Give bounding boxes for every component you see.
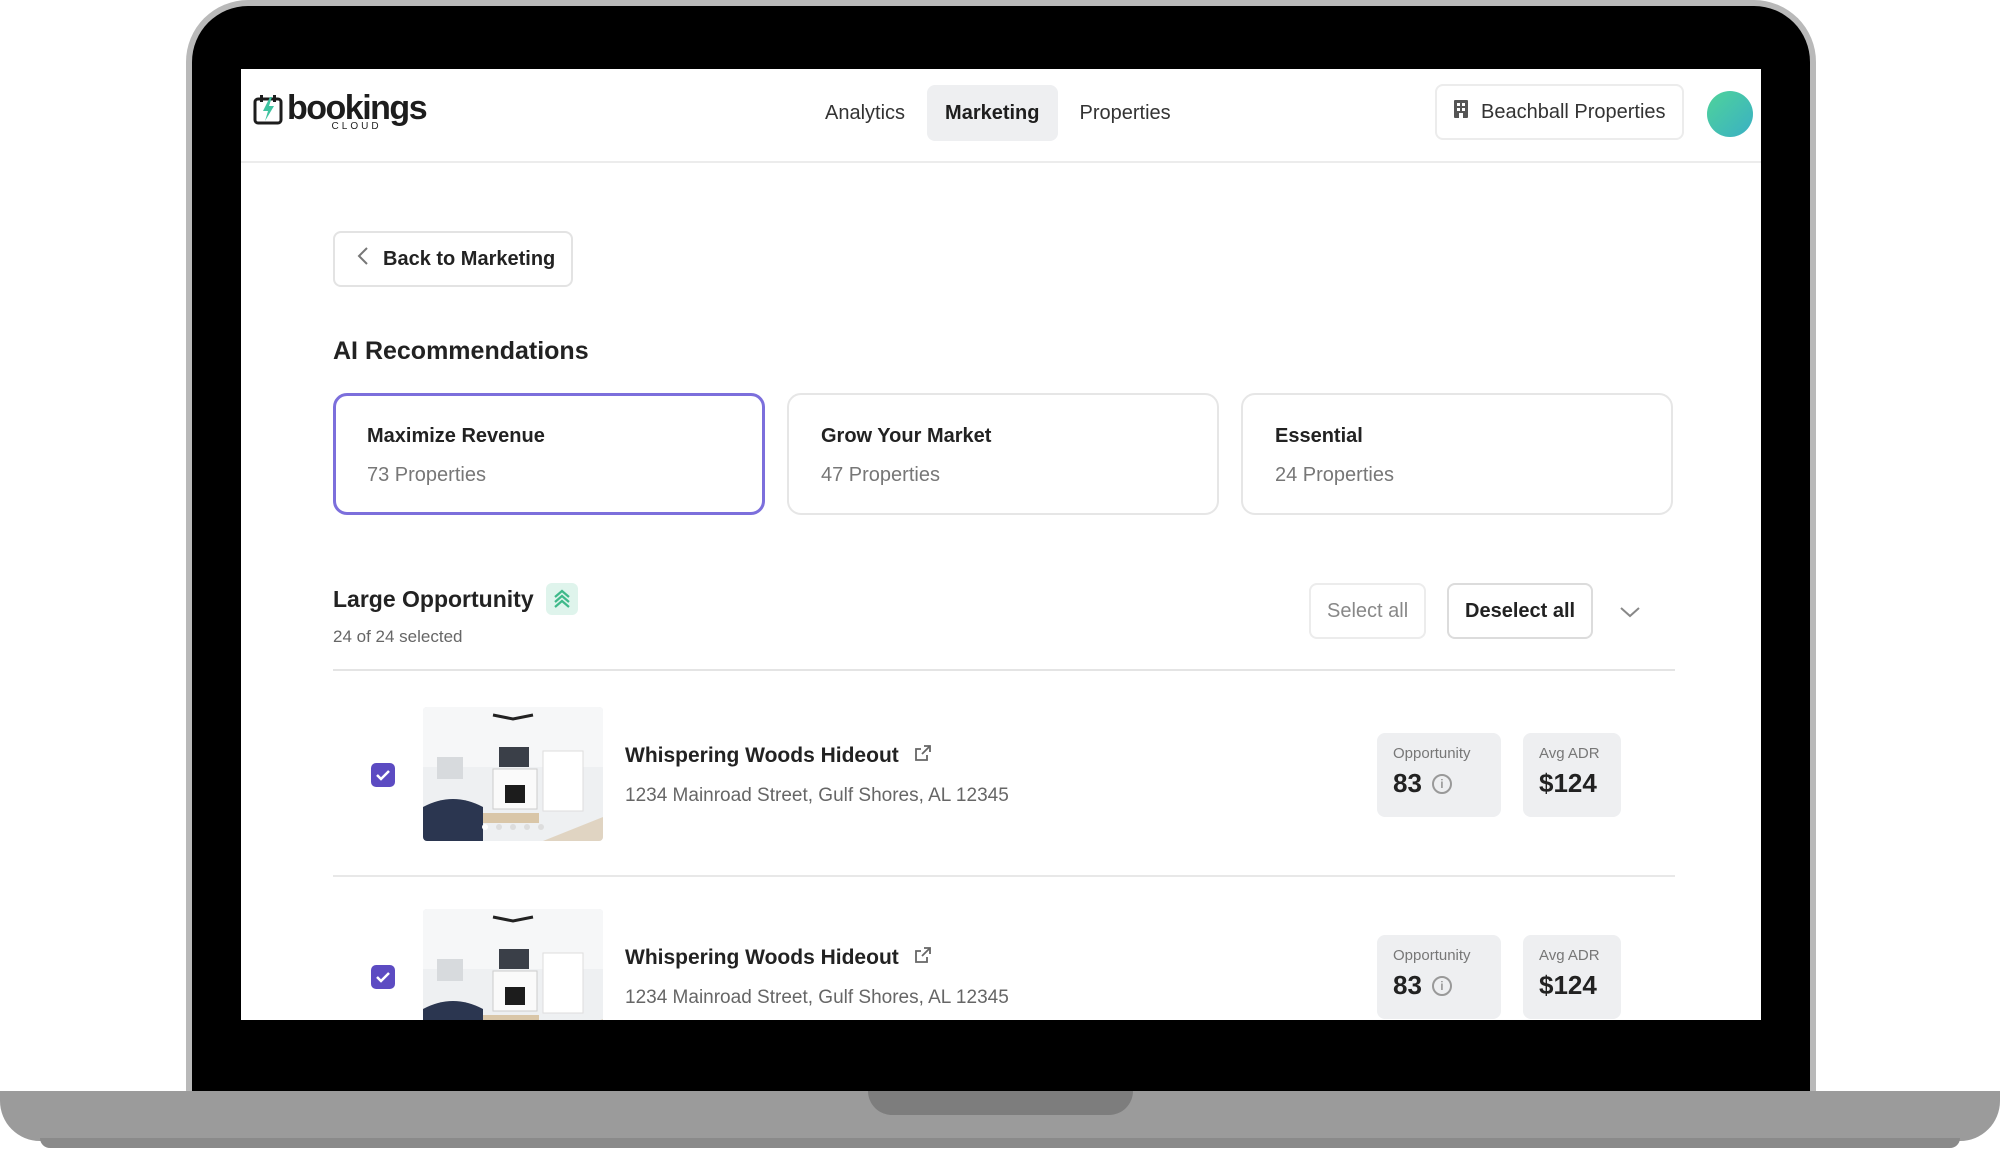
tab-marketing[interactable]: Marketing [927, 85, 1058, 141]
external-link-icon[interactable] [913, 743, 933, 769]
deselect-all-button[interactable]: Deselect all [1447, 583, 1594, 639]
opportunity-stat: Opportunity 83 i [1377, 935, 1501, 1019]
rec-card-count: 73 Properties [367, 464, 486, 486]
property-name[interactable]: Whispering Woods Hideout [625, 743, 933, 769]
rec-card-title: Grow Your Market [821, 425, 992, 447]
laptop-notch [868, 1091, 1133, 1115]
rec-card-count: 24 Properties [1275, 464, 1394, 486]
group-title-text: Large Opportunity [333, 585, 534, 612]
nav-tabs: Analytics Marketing Properties [807, 85, 1189, 141]
info-icon[interactable]: i [1431, 975, 1452, 996]
org-switcher-button[interactable]: Beachball Properties [1435, 84, 1684, 140]
chevron-left-icon [357, 246, 369, 272]
select-all-button[interactable]: Select all [1309, 583, 1427, 639]
property-checkbox[interactable] [371, 763, 395, 787]
rec-card-title: Maximize Revenue [367, 425, 545, 447]
rec-card-maximize-revenue[interactable]: Maximize Revenue 73 Properties [333, 393, 765, 515]
laptop-base-shadow [40, 1138, 1960, 1148]
rec-card-title: Essential [1275, 425, 1363, 447]
app-screen: bookings CLOUD Analytics Marketing Prope… [241, 69, 1761, 1020]
property-name[interactable]: Whispering Woods Hideout [625, 945, 933, 971]
building-icon [1453, 99, 1469, 125]
check-icon [376, 972, 390, 983]
back-to-marketing-button[interactable]: Back to Marketing [333, 231, 574, 287]
avg-adr-value: $124 [1539, 970, 1597, 1000]
property-row: Whispering Woods Hideout 1234 Mainroad S… [333, 673, 1675, 877]
logo[interactable]: bookings CLOUD [253, 89, 428, 141]
tab-properties[interactable]: Properties [1062, 85, 1189, 141]
page-title: AI Recommendations [333, 337, 589, 365]
property-name-text: Whispering Woods Hideout [625, 744, 899, 767]
recommendation-cards: Maximize Revenue 73 Properties Grow Your… [333, 393, 1673, 515]
selected-count: 24 of 24 selected [333, 627, 463, 646]
group-title: Large Opportunity [333, 583, 578, 615]
check-icon [376, 770, 390, 781]
rec-card-essential[interactable]: Essential 24 Properties [1241, 393, 1673, 515]
info-icon[interactable]: i [1431, 773, 1452, 794]
property-photo[interactable] [423, 707, 603, 841]
property-address: 1234 Mainroad Street, Gulf Shores, AL 12… [625, 987, 1009, 1008]
property-row: Whispering Woods Hideout 1234 Mainroad S… [333, 875, 1675, 1020]
org-name: Beachball Properties [1481, 100, 1666, 123]
chevrons-up-icon [545, 583, 578, 615]
avg-adr-stat: Avg ADR $124 [1523, 935, 1621, 1019]
opportunity-stat: Opportunity 83 i [1377, 733, 1501, 817]
avg-adr-stat: Avg ADR $124 [1523, 733, 1621, 817]
tab-analytics[interactable]: Analytics [807, 85, 923, 141]
opportunity-value: 83 [1393, 970, 1422, 1000]
chevron-down-icon[interactable] [1615, 597, 1645, 627]
property-name-text: Whispering Woods Hideout [625, 946, 899, 969]
calendar-lightning-icon [253, 93, 283, 125]
property-checkbox[interactable] [371, 965, 395, 989]
opportunity-value: 83 [1393, 768, 1422, 798]
back-button-label: Back to Marketing [383, 247, 556, 270]
logo-word: bookings [287, 89, 428, 127]
opportunity-label: Opportunity [1393, 947, 1471, 964]
group-header: Large Opportunity 24 of 24 selected Sele… [333, 583, 1675, 671]
logo-sub: CLOUD [331, 121, 382, 132]
rec-card-grow-your-market[interactable]: Grow Your Market 47 Properties [787, 393, 1219, 515]
top-nav: bookings CLOUD Analytics Marketing Prope… [241, 69, 1761, 163]
opportunity-label: Opportunity [1393, 745, 1471, 762]
avg-adr-label: Avg ADR [1539, 745, 1600, 762]
property-photo[interactable] [423, 909, 603, 1020]
avg-adr-value: $124 [1539, 768, 1597, 798]
property-address: 1234 Mainroad Street, Gulf Shores, AL 12… [625, 785, 1009, 806]
rec-card-count: 47 Properties [821, 464, 940, 486]
external-link-icon[interactable] [913, 945, 933, 971]
avg-adr-label: Avg ADR [1539, 947, 1600, 964]
avatar[interactable] [1707, 91, 1753, 137]
